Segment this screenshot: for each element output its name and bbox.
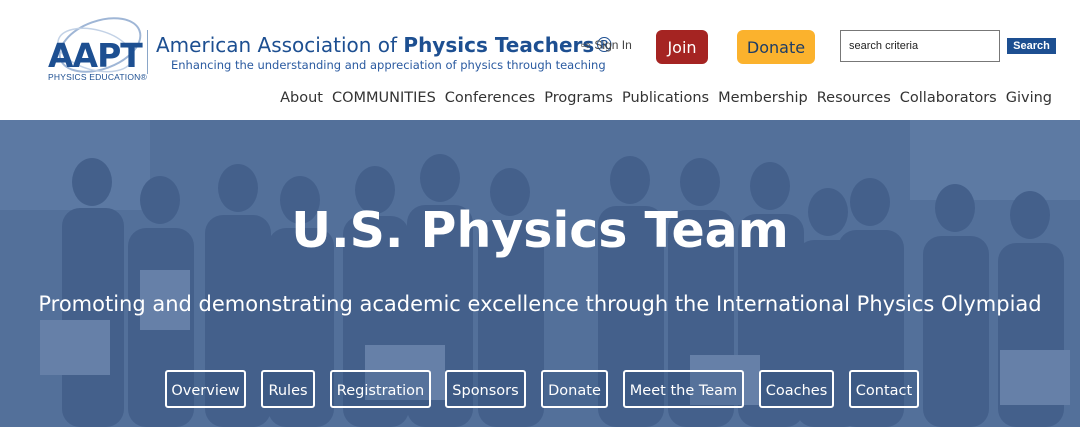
sign-in-link[interactable]: ⇨ Sign In xyxy=(581,38,632,52)
nav-about[interactable]: About xyxy=(280,90,323,106)
subnav-coaches[interactable]: Coaches xyxy=(759,370,834,408)
subnav-donate[interactable]: Donate xyxy=(541,370,608,408)
nav-programs[interactable]: Programs xyxy=(544,90,613,106)
subnav-meet-the-team[interactable]: Meet the Team xyxy=(623,370,744,408)
hero-banner: U.S. Physics Team Promoting and demonstr… xyxy=(0,120,1080,427)
main-nav: About COMMUNITIES Conferences Programs P… xyxy=(280,90,1052,106)
sign-in-label: Sign In xyxy=(594,38,632,52)
hero-subtitle: Promoting and demonstrating academic exc… xyxy=(38,292,1042,316)
site-header: AAPT PHYSICS EDUCATION® American Associa… xyxy=(0,0,1080,120)
subnav-rules[interactable]: Rules xyxy=(261,370,315,408)
physics-team-subnav: Overview Rules Registration Sponsors Don… xyxy=(0,370,1080,410)
nav-conferences[interactable]: Conferences xyxy=(445,90,535,106)
hero-title: U.S. Physics Team xyxy=(291,202,789,259)
search-input[interactable] xyxy=(840,30,1000,62)
nav-resources[interactable]: Resources xyxy=(817,90,891,106)
search-button[interactable]: Search xyxy=(1007,38,1056,54)
nav-membership[interactable]: Membership xyxy=(718,90,808,106)
subnav-registration[interactable]: Registration xyxy=(330,370,431,408)
aapt-logo[interactable]: AAPT PHYSICS EDUCATION® xyxy=(45,10,150,92)
logo-divider xyxy=(147,30,148,74)
join-button[interactable]: Join xyxy=(656,30,708,64)
nav-giving[interactable]: Giving xyxy=(1006,90,1052,106)
nav-publications[interactable]: Publications xyxy=(622,90,709,106)
subnav-contact[interactable]: Contact xyxy=(849,370,919,408)
org-tagline: Enhancing the understanding and apprecia… xyxy=(171,58,606,72)
nav-collaborators[interactable]: Collaborators xyxy=(900,90,997,106)
logo-subtitle: PHYSICS EDUCATION® xyxy=(48,72,147,82)
nav-communities[interactable]: COMMUNITIES xyxy=(332,90,436,106)
org-name[interactable]: American Association of Physics Teachers… xyxy=(156,33,614,57)
logo-mark: AAPT xyxy=(48,36,143,75)
subnav-overview[interactable]: Overview xyxy=(165,370,246,408)
donate-button[interactable]: Donate xyxy=(737,30,815,64)
sign-in-arrow-icon: ⇨ xyxy=(581,38,592,52)
subnav-sponsors[interactable]: Sponsors xyxy=(445,370,526,408)
